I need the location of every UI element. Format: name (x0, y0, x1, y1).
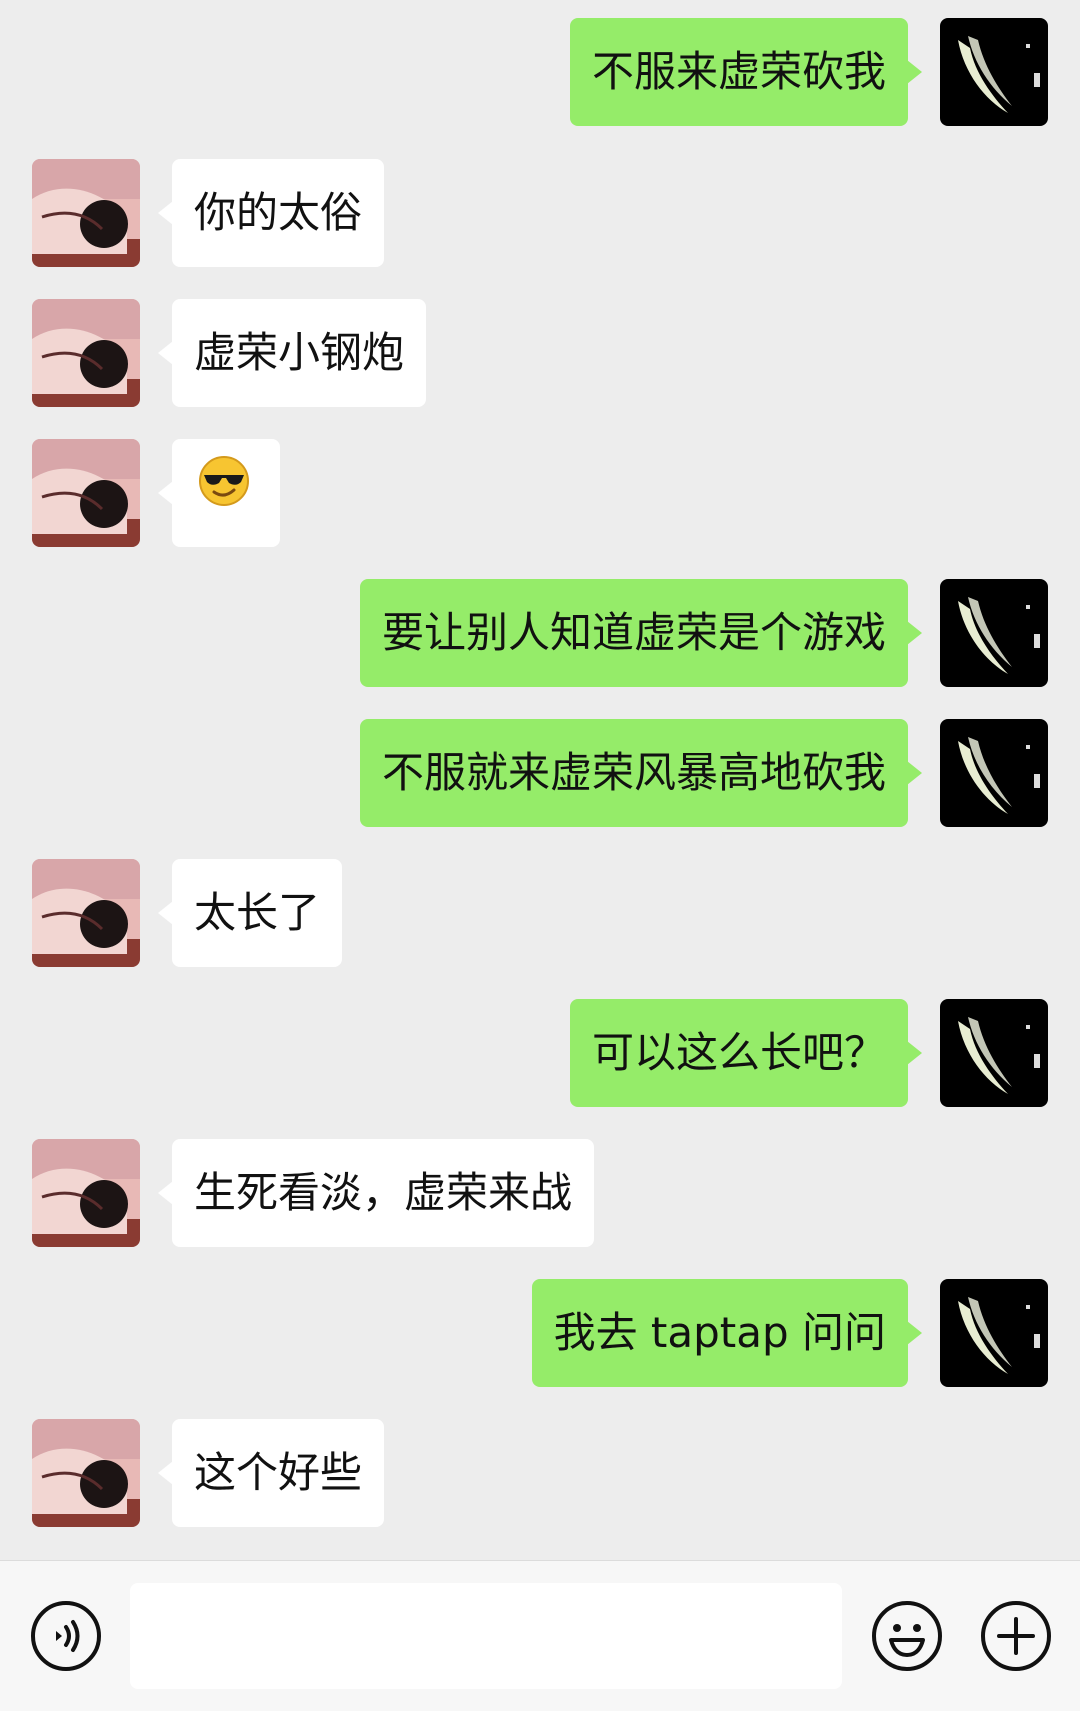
message-input[interactable] (130, 1583, 842, 1689)
message-bubble-sent[interactable]: 不服来虚荣砍我 (569, 18, 923, 126)
avatar-self[interactable] (940, 18, 1048, 126)
message-row: 虚荣小钢炮 (0, 299, 1080, 407)
message-row (0, 439, 1080, 547)
voice-icon[interactable] (30, 1600, 102, 1672)
avatar-self[interactable] (940, 1279, 1048, 1387)
message-bubble-received[interactable] (158, 439, 280, 547)
message-row: 不服来虚荣砍我 (0, 18, 1080, 126)
avatar-friend[interactable] (32, 299, 140, 407)
avatar-friend[interactable] (32, 439, 140, 547)
input-bar (0, 1560, 1080, 1711)
avatar-self[interactable] (940, 579, 1048, 687)
message-bubble-received[interactable]: 生死看淡，虚荣来战 (157, 1139, 595, 1247)
message-row: 生死看淡，虚荣来战 (0, 1139, 1080, 1247)
message-row: 不服就来虚荣风暴高地砍我 (0, 719, 1080, 827)
plus-icon[interactable] (980, 1600, 1052, 1672)
message-row: 你的太俗 (0, 159, 1080, 267)
avatar-friend[interactable] (32, 1419, 140, 1527)
message-bubble-received[interactable]: 这个好些 (157, 1419, 385, 1527)
sunglasses-emoji-icon (198, 439, 250, 547)
avatar-friend[interactable] (32, 1139, 140, 1247)
message-bubble-received[interactable]: 太长了 (157, 859, 343, 967)
message-bubble-sent[interactable]: 要让别人知道虚荣是个游戏 (359, 579, 923, 687)
avatar-friend[interactable] (32, 159, 140, 267)
avatar-self[interactable] (940, 719, 1048, 827)
message-row: 太长了 (0, 859, 1080, 967)
avatar-self[interactable] (940, 999, 1048, 1107)
message-row: 可以这么长吧？ (0, 999, 1080, 1107)
message-row: 我去 taptap 问问 (0, 1279, 1080, 1387)
message-bubble-sent[interactable]: 不服就来虚荣风暴高地砍我 (359, 719, 923, 827)
emoji-icon[interactable] (871, 1600, 943, 1672)
chat-area[interactable]: 不服来虚荣砍我 你的太俗 虚荣小钢炮 要让别人知道虚荣是个游戏 不服就来虚荣风暴… (0, 0, 1080, 1560)
message-bubble-sent[interactable]: 我去 taptap 问问 (531, 1279, 923, 1387)
message-row: 要让别人知道虚荣是个游戏 (0, 579, 1080, 687)
message-bubble-sent[interactable]: 可以这么长吧？ (569, 999, 923, 1107)
message-row: 这个好些 (0, 1419, 1080, 1527)
avatar-friend[interactable] (32, 859, 140, 967)
message-bubble-received[interactable]: 虚荣小钢炮 (157, 299, 427, 407)
message-bubble-received[interactable]: 你的太俗 (157, 159, 385, 267)
